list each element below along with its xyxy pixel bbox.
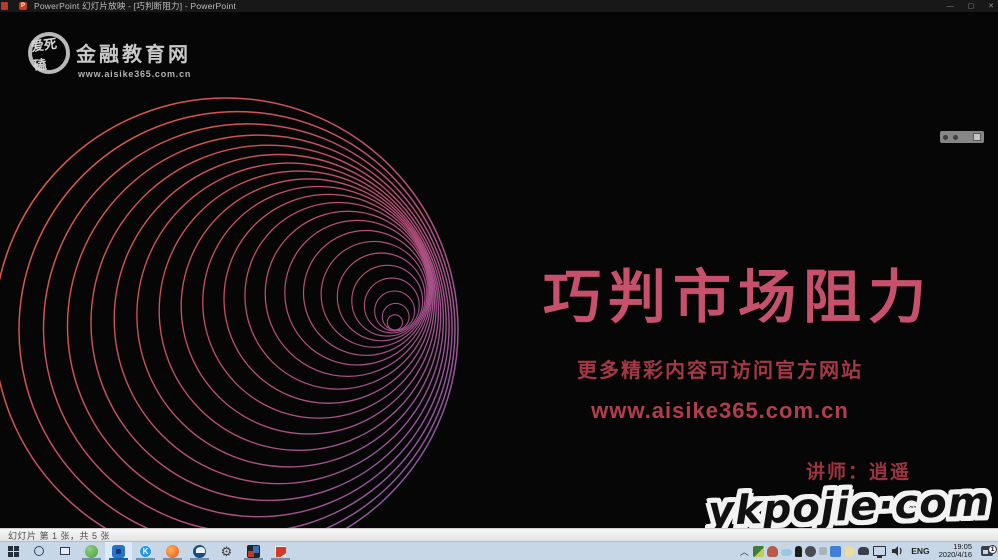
slide-title: 巧判市场阻力 — [543, 250, 973, 334]
lecturer-label: 讲师：逍遥 — [806, 457, 911, 484]
slide-subtitle: 更多精彩内容可访问官方网站 — [545, 354, 895, 383]
logo-site-name: 金融教育网 — [76, 38, 191, 67]
taskbar-app-settings[interactable]: ⚙ — [213, 542, 240, 560]
slideshow-toolbar-button-2[interactable] — [953, 135, 958, 140]
taskbar-app-photos[interactable] — [240, 542, 267, 560]
powerpoint-app-icon: P — [19, 2, 27, 10]
slideshow-toolbar[interactable] — [940, 131, 984, 143]
tray-icon-moon[interactable] — [805, 546, 816, 557]
firefox-icon — [166, 545, 179, 558]
network-icon[interactable] — [873, 546, 886, 556]
taskbar-app-browser[interactable] — [186, 542, 213, 560]
close-button[interactable]: ✕ — [988, 2, 994, 10]
clock[interactable]: 19:05 2020/4/16 — [939, 543, 972, 559]
k-app-icon: K — [139, 545, 152, 558]
brand-logo: 爱死磕 金融教育网 www.aisike365.com.cn — [28, 32, 191, 79]
taskbar-app-red[interactable] — [267, 542, 294, 560]
tray-icon-person[interactable] — [767, 546, 778, 557]
taskbar-app-firefox[interactable] — [159, 542, 186, 560]
logo-emblem-circle: 爱死磕 — [25, 29, 72, 76]
notification-badge: 1 — [988, 545, 997, 554]
red-app-icon — [274, 545, 287, 558]
system-tray: ︿ ENG 19:05 2020/4/16 1 — [737, 542, 998, 560]
blue-app-icon — [112, 545, 125, 558]
logo-site-url: www.aisike365.com.cn — [78, 69, 191, 79]
quick-access-icon[interactable] — [1, 2, 8, 10]
slideshow-toolbar-button-3[interactable] — [973, 133, 981, 141]
volume-icon[interactable] — [891, 545, 904, 557]
tray-icon-blue[interactable] — [781, 549, 792, 556]
windows-taskbar: K ⚙ ︿ — [0, 541, 998, 560]
action-center-button[interactable]: 1 — [976, 546, 998, 556]
green-app-icon — [85, 545, 98, 558]
tray-icon-yellow[interactable] — [844, 546, 855, 557]
screen: P PowerPoint 幻灯片放映 - [巧判断阻力] - PowerPoin… — [0, 0, 998, 560]
logo-emblem-text: 爱死磕 — [30, 32, 69, 74]
taskbar-app-active[interactable] — [105, 542, 132, 560]
tray-icon-chart[interactable] — [753, 546, 764, 557]
taskbar-app-k[interactable]: K — [132, 542, 159, 560]
language-indicator[interactable]: ENG — [911, 546, 929, 556]
slideshow-area[interactable]: 爱死磕 金融教育网 www.aisike365.com.cn 巧判市场阻力 更多… — [0, 12, 998, 528]
tray-icon-mic[interactable] — [795, 546, 802, 557]
cortana-icon — [34, 546, 44, 556]
clock-date: 2020/4/16 — [939, 551, 972, 559]
tray-icon-cloud[interactable] — [858, 547, 869, 555]
slide-counter: 幻灯片 第 1 张，共 5 张 — [8, 529, 110, 542]
maximize-button[interactable]: ▢ — [968, 2, 975, 10]
window-titlebar[interactable]: P PowerPoint 幻灯片放映 - [巧判断阻力] - PowerPoin… — [0, 0, 998, 12]
slide-website-url: www.aisike365.com.cn — [545, 398, 895, 424]
gear-icon: ⚙ — [221, 545, 233, 558]
task-view-icon — [60, 547, 70, 555]
tray-icon-bluesquare[interactable] — [830, 546, 841, 557]
tray-icon-gray[interactable] — [819, 547, 827, 555]
start-button[interactable] — [0, 542, 26, 560]
task-view-button[interactable] — [52, 542, 78, 560]
window-title: PowerPoint 幻灯片放映 - [巧判断阻力] - PowerPoint — [34, 0, 236, 12]
tray-expand-chevron[interactable]: ︿ — [737, 545, 751, 558]
slideshow-statusbar: 幻灯片 第 1 张，共 5 张 — [0, 528, 998, 541]
taskbar-app-green[interactable] — [78, 542, 105, 560]
windows-logo-icon — [8, 546, 19, 557]
slideshow-toolbar-button-1[interactable] — [943, 135, 948, 140]
photos-app-icon — [247, 545, 260, 558]
cortana-button[interactable] — [26, 542, 52, 560]
browser-icon — [193, 545, 206, 558]
minimize-button[interactable]: — — [947, 3, 954, 10]
